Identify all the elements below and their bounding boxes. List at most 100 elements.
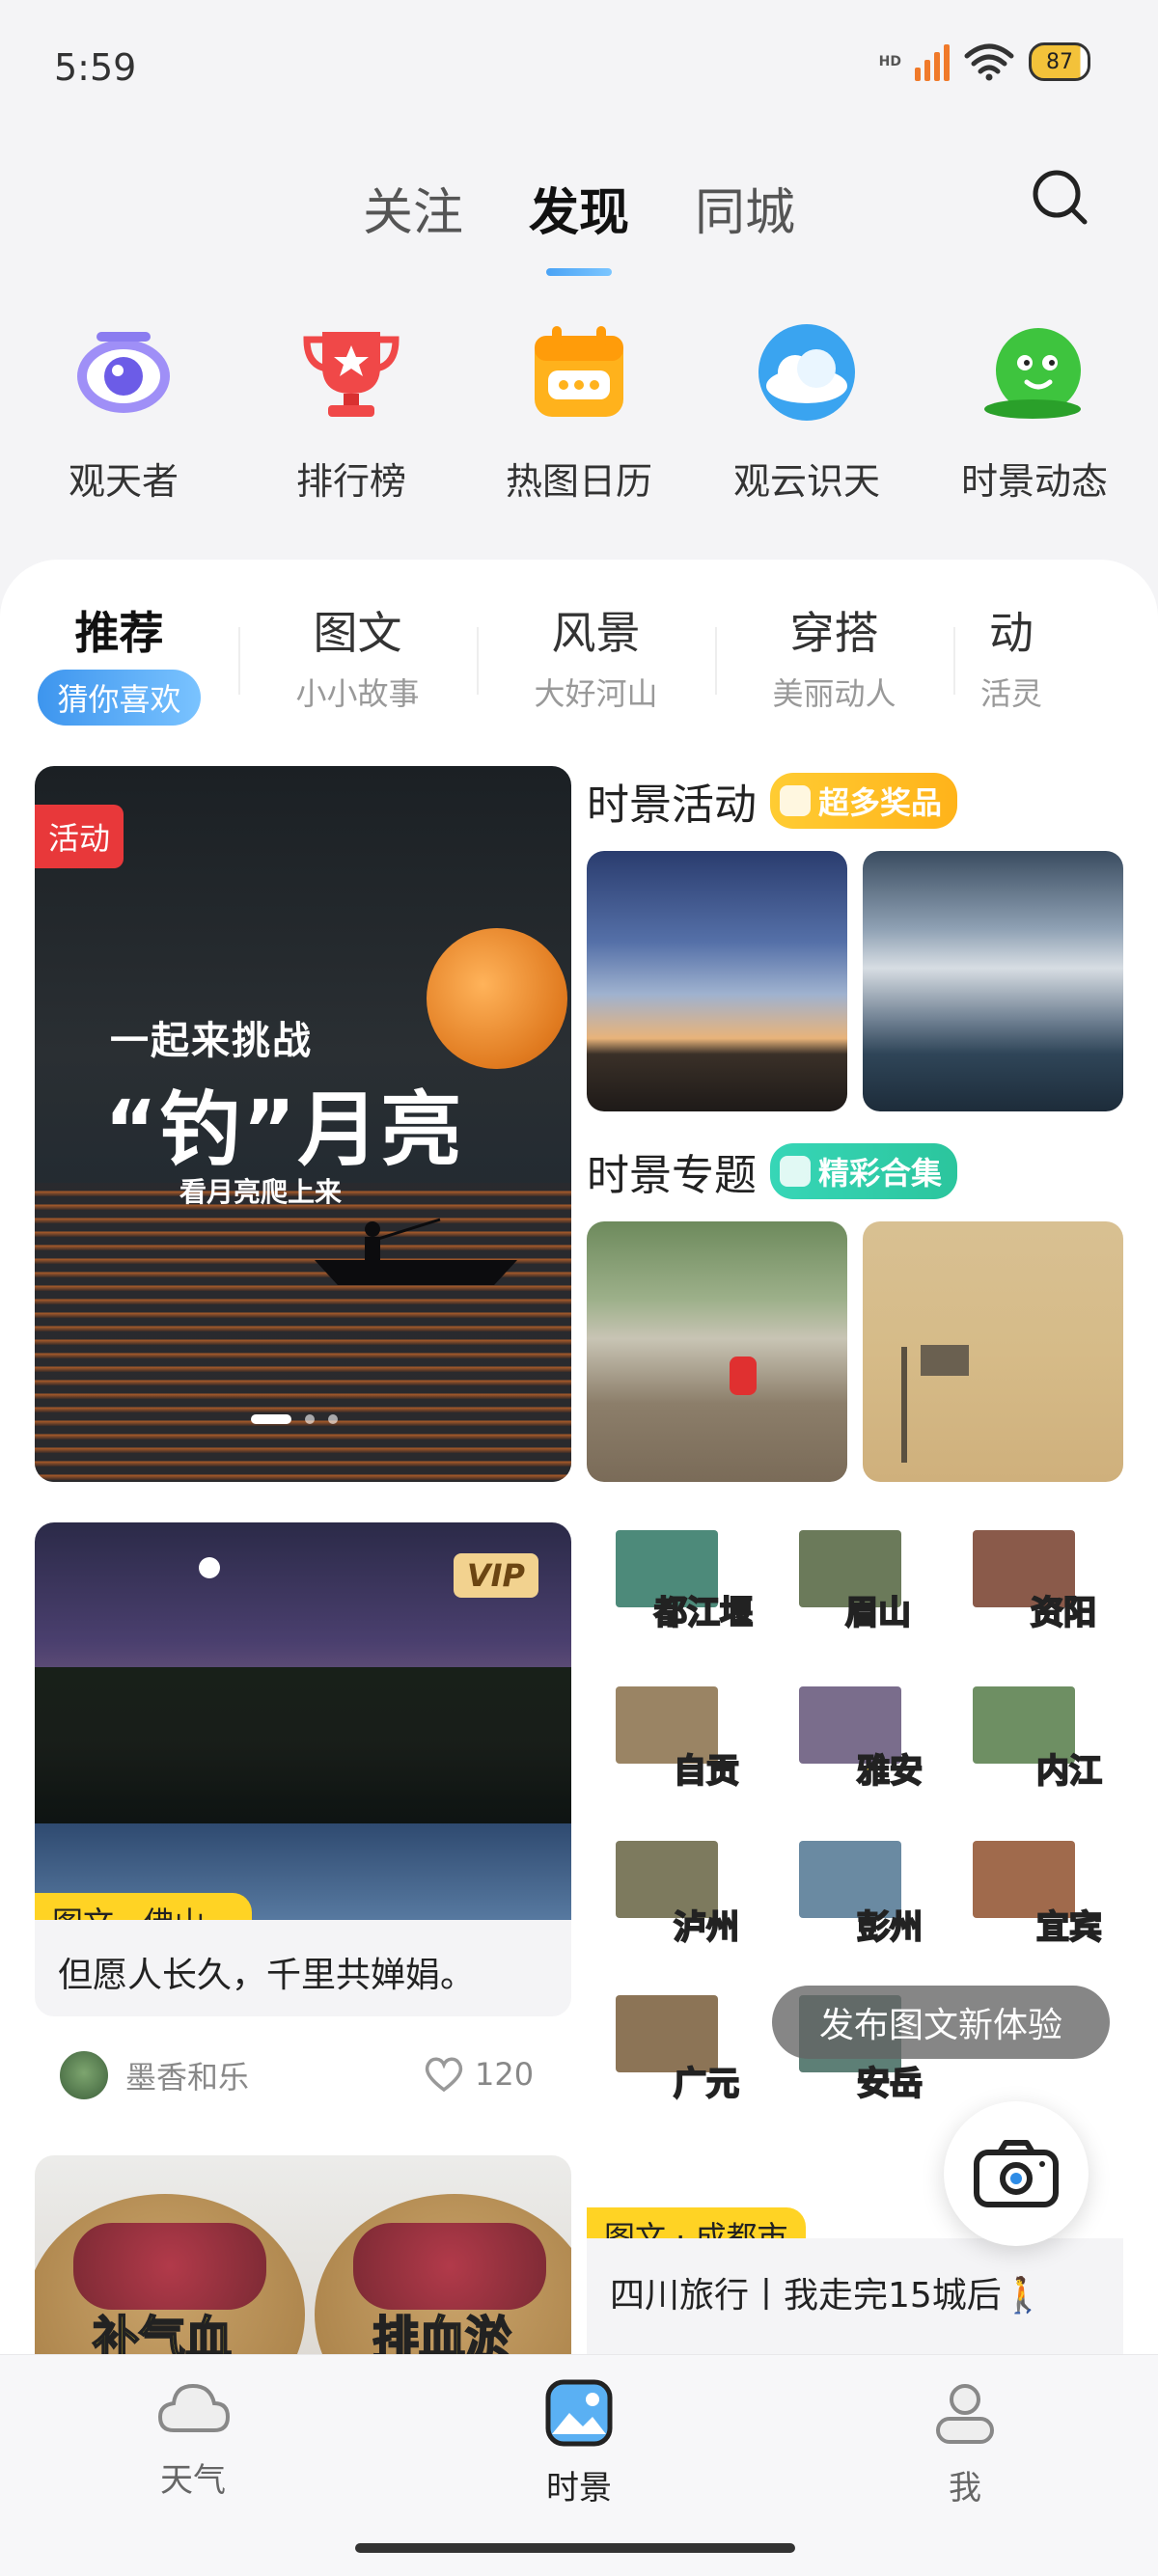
category-graphic[interactable]: 图文 小小故事 (238, 598, 477, 714)
feed-card-3-image[interactable]: 补气血 排血淤 (35, 2155, 571, 2354)
feed-card-2-caption[interactable]: 四川旅行丨我走完15城后🚶 (610, 2267, 1045, 2317)
wifi-icon (964, 43, 1014, 81)
camera-button[interactable] (944, 2101, 1089, 2246)
top-tabs: 关注 发现 同城 (0, 164, 1158, 276)
collage-label: 宜宾 (1035, 1907, 1103, 1948)
hd-indicator: HD (878, 54, 901, 69)
collage-label: 资阳 (1030, 1593, 1097, 1633)
tab-follow[interactable]: 关注 (357, 164, 469, 260)
status-bar: 5:59 HD 87 (0, 0, 1158, 135)
heart-icon (425, 2057, 463, 2093)
feature-label: 排行榜 (295, 460, 406, 503)
status-icons: HD 87 (879, 42, 1090, 81)
section-title: 时景活动 (587, 781, 757, 830)
carousel-dots (251, 1414, 338, 1424)
banner-subtitle: 看月亮爬上来 (179, 1176, 343, 1208)
category-sub: 活灵 (979, 675, 1042, 712)
collage-label: 彭州 (856, 1907, 924, 1948)
section-activity-header[interactable]: 时景活动 超多奖品 (587, 770, 958, 832)
feature-ranking[interactable]: 排行榜 (245, 318, 457, 505)
category-title: 推荐 (74, 607, 164, 659)
category-sub: 大好河山 (534, 675, 658, 712)
status-time: 5:59 (54, 46, 137, 89)
activity-banner[interactable]: 活动 一起来挑战 “钓”月亮 看月亮爬上来 (35, 766, 571, 1482)
collage-label: 自贡 (673, 1751, 740, 1792)
collage-label: 安岳 (856, 2064, 924, 2104)
nav-label: 时景 (546, 2469, 612, 2507)
collection-pill: 精彩合集 (770, 1143, 958, 1199)
category-title: 穿搭 (789, 607, 879, 659)
tab-local[interactable]: 同城 (689, 164, 801, 260)
smiley-icon (984, 328, 1081, 419)
cloud-outline-icon (157, 2383, 231, 2432)
boat-silhouette (315, 1218, 517, 1285)
collage-label: 都江堰 (653, 1593, 754, 1633)
collage-label: 内江 (1035, 1751, 1103, 1792)
pill-label: 超多奖品 (818, 784, 943, 821)
moon-graphic (427, 928, 567, 1069)
feed-card-1-image[interactable]: VIP (35, 1522, 571, 1920)
home-indicator[interactable] (355, 2543, 795, 2553)
gift-icon (780, 785, 811, 816)
topic-thumb-sandstorm[interactable] (863, 1221, 1123, 1482)
feature-calendar[interactable]: 热图日历 (473, 318, 685, 505)
tab-discover[interactable]: 发现 (523, 164, 635, 276)
person-icon (936, 2384, 994, 2444)
category-tabs: 推荐 猜你喜欢 图文 小小故事 风景 大好河山 穿搭 美丽动人 动 活灵 (0, 598, 1158, 726)
category-title: 风景 (551, 607, 641, 659)
avatar (58, 2049, 110, 2101)
section-title: 时景专题 (587, 1151, 757, 1200)
like-count: 120 (475, 2056, 535, 2093)
category-sub: 小小故事 (295, 675, 420, 712)
feed-card-1-author[interactable]: 墨香和乐 (58, 2049, 249, 2101)
feature-label: 热图日历 (505, 460, 652, 503)
nav-me[interactable]: 我 (868, 2378, 1062, 2576)
content-panel: 推荐 猜你喜欢 图文 小小故事 风景 大好河山 穿搭 美丽动人 动 活灵 活动 … (0, 560, 1158, 2354)
category-dynamic[interactable]: 动 活灵 (953, 598, 1069, 714)
feature-row: 观天者 排行榜 热图日历 观云识天 时景动态 (0, 318, 1158, 505)
pill-label: 精彩合集 (818, 1155, 943, 1192)
nav-weather[interactable]: 天气 (96, 2378, 290, 2576)
search-icon[interactable] (1029, 166, 1090, 228)
grid-icon (780, 1156, 811, 1187)
category-sub: 美丽动人 (772, 675, 896, 712)
section-topics-header[interactable]: 时景专题 精彩合集 (587, 1140, 958, 1202)
category-outfit[interactable]: 穿搭 美丽动人 (715, 598, 953, 714)
product-label: 排血淤 (372, 2311, 512, 2354)
category-title: 图文 (313, 607, 402, 659)
banner-title: “钓”月亮 (104, 1082, 464, 1177)
feature-dynamics[interactable]: 时景动态 (928, 318, 1141, 505)
activity-thumb-2[interactable] (863, 851, 1123, 1111)
activity-badge: 活动 (35, 805, 124, 868)
trophy-icon (303, 332, 400, 417)
topic-thumb-flood[interactable] (587, 1221, 847, 1482)
product-label: 补气血 (92, 2311, 233, 2354)
cloud-icon (758, 324, 855, 421)
feature-label: 时景动态 (960, 460, 1108, 503)
feed-card-1-caption[interactable]: 但愿人长久，千里共婵娟。 (58, 1947, 475, 1997)
feature-label: 观天者 (68, 460, 179, 503)
banner-title-small: 一起来挑战 (110, 1019, 313, 1063)
calendar-icon (535, 326, 623, 417)
collage-label: 眉山 (844, 1593, 912, 1633)
prize-pill: 超多奖品 (770, 773, 958, 829)
signal-icon (915, 42, 950, 81)
vip-badge: VIP (453, 1553, 538, 1598)
nav-label: 我 (949, 2469, 981, 2507)
author-name: 墨香和乐 (125, 2059, 250, 2096)
feature-observer[interactable]: 观天者 (17, 318, 230, 505)
nav-label: 天气 (160, 2461, 226, 2500)
category-scenery[interactable]: 风景 大好河山 (477, 598, 715, 714)
eye-icon (77, 332, 170, 413)
feed-card-1-likes[interactable]: 120 (423, 2055, 534, 2094)
category-sub: 猜你喜欢 (38, 670, 201, 726)
camera-icon (974, 2140, 1059, 2207)
category-title: 动 (989, 607, 1034, 659)
collage-label: 雅安 (856, 1751, 924, 1792)
feature-label: 观云识天 (732, 460, 880, 503)
publish-tip[interactable]: 发布图文新体验 (772, 1986, 1110, 2059)
feature-cloud-id[interactable]: 观云识天 (701, 318, 913, 505)
category-recommend[interactable]: 推荐 猜你喜欢 (0, 598, 238, 726)
activity-thumb-1[interactable] (587, 851, 847, 1111)
collage-label: 泸州 (673, 1907, 740, 1948)
